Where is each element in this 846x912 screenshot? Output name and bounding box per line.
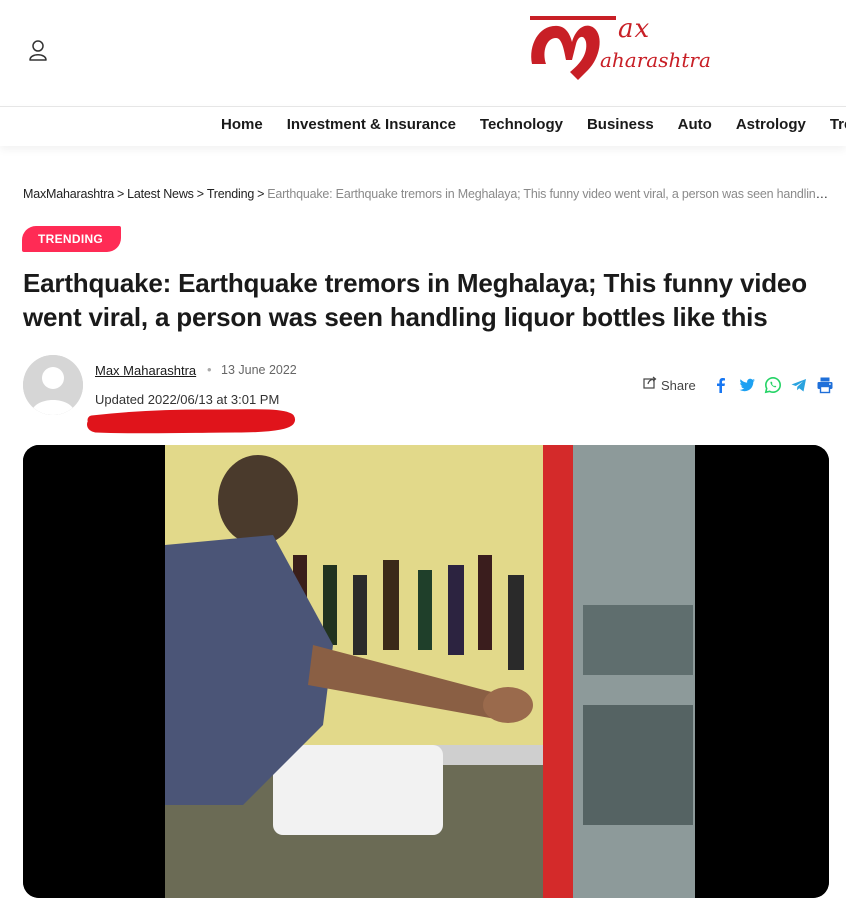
- user-icon[interactable]: [26, 38, 50, 64]
- nav-item-investment-insurance[interactable]: Investment & Insurance: [287, 116, 456, 133]
- breadcrumb-current: Earthquake: Earthquake tremors in Meghal…: [267, 187, 833, 201]
- share-button[interactable]: Share: [643, 376, 696, 394]
- logo-text-name: aharashtra: [600, 48, 711, 72]
- facebook-icon[interactable]: [712, 376, 730, 394]
- red-underline-annotation: [87, 409, 296, 434]
- twitter-icon[interactable]: [738, 376, 756, 394]
- whatsapp-icon[interactable]: [764, 376, 782, 394]
- breadcrumb-separator: >: [257, 187, 265, 201]
- featured-video[interactable]: [23, 445, 829, 898]
- video-frame: [23, 445, 829, 898]
- print-icon[interactable]: [816, 376, 834, 394]
- author-link[interactable]: Max Maharashtra: [95, 363, 196, 378]
- main-nav: Home Investment & Insurance Technology B…: [0, 106, 846, 146]
- avatar[interactable]: [23, 355, 83, 415]
- nav-item-technology[interactable]: Technology: [480, 116, 563, 133]
- breadcrumb-separator: >: [196, 187, 204, 201]
- share-icon: [643, 376, 657, 394]
- share-bar: Share: [643, 376, 834, 394]
- breadcrumb: MaxMaharashtra > Latest News > Trending > Eart…: [23, 187, 833, 201]
- logo-text-max: ax: [618, 14, 651, 44]
- telegram-icon[interactable]: [790, 376, 808, 394]
- article-title: Earthquake: Earthquake tremors in Meghal…: [23, 268, 807, 332]
- breadcrumb-latest-news[interactable]: Latest News: [127, 187, 194, 201]
- breadcrumb-home[interactable]: MaxMaharashtra: [23, 187, 114, 201]
- share-label: Share: [661, 377, 696, 393]
- site-header: ax aharashtra: [0, 0, 846, 106]
- nav-item-trending[interactable]: Trending: [830, 116, 846, 133]
- nav-item-business[interactable]: Business: [587, 116, 654, 133]
- meta-separator-dot: •: [207, 362, 212, 377]
- nav-item-home[interactable]: Home: [221, 116, 263, 133]
- publish-date: 13 June 2022: [221, 363, 297, 377]
- breadcrumb-trending[interactable]: Trending: [207, 187, 254, 201]
- category-badge[interactable]: TRENDING: [22, 226, 122, 252]
- breadcrumb-separator: >: [117, 187, 125, 201]
- nav-item-astrology[interactable]: Astrology: [736, 116, 806, 133]
- nav-item-auto[interactable]: Auto: [678, 116, 712, 133]
